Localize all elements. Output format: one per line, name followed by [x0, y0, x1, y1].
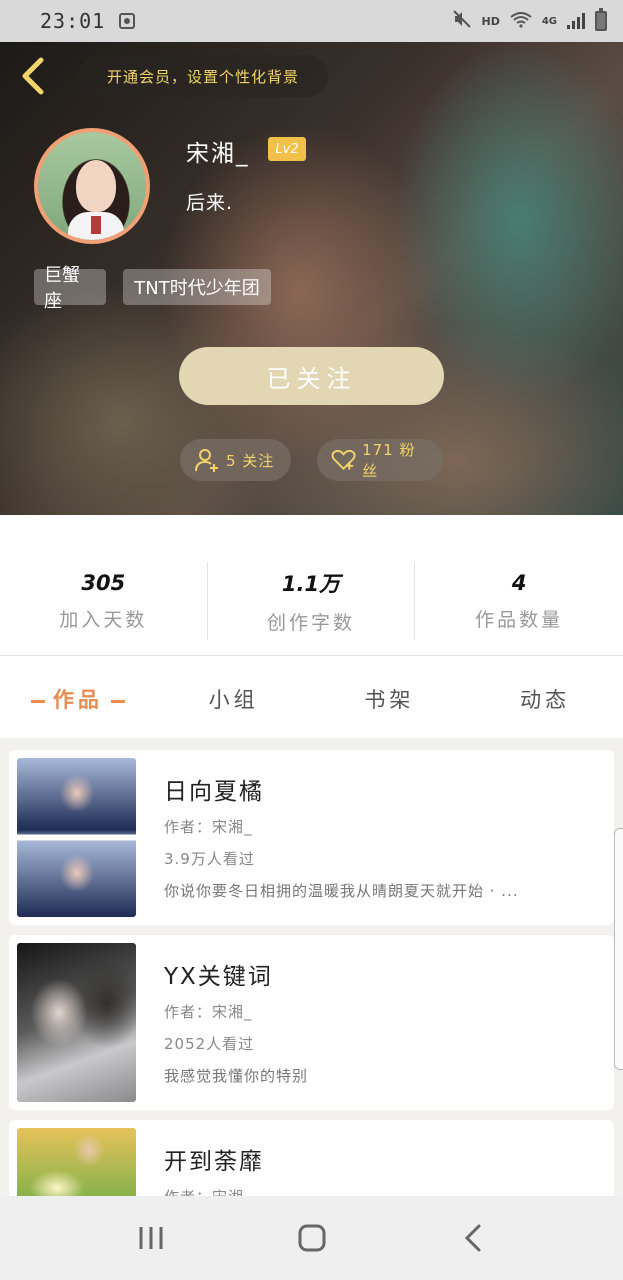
work-title: 日向夏橘: [164, 779, 264, 805]
back-arrow-icon: [22, 57, 44, 95]
stat-label: 作品数量: [475, 608, 564, 631]
home-button[interactable]: [282, 1208, 342, 1268]
back-button[interactable]: [14, 56, 50, 96]
recent-apps-icon: [139, 1227, 162, 1249]
work-desc: 你说你要冬日相拥的温暖我从晴朗夏天就开始 · ...: [164, 882, 519, 900]
work-cover: [17, 943, 136, 1102]
stat-word-count: 1.1万 创作字数: [208, 562, 416, 640]
work-cover: [17, 1128, 136, 1196]
tab-label: 小组: [208, 688, 259, 712]
tab-label: 书架: [364, 688, 415, 712]
recent-apps-button[interactable]: [121, 1208, 181, 1268]
tab-label: 动态: [520, 688, 571, 712]
work-cover: [17, 758, 136, 917]
avatar-tie: [91, 216, 101, 234]
work-title: 开到荼靡: [164, 1149, 264, 1175]
stats-row: 305 加入天数 1.1万 创作字数 4 作品数量: [0, 562, 623, 640]
works-list: 日向夏橘 作者：宋湘_ 3.9万人看过 你说你要冬日相拥的温暖我从晴朗夏天就开始…: [0, 738, 623, 1196]
app-notification-icon: [119, 13, 136, 29]
following-count: 5 关注: [226, 451, 275, 470]
tab-works[interactable]: 作品: [0, 684, 156, 714]
stat-join-days: 305 加入天数: [0, 562, 208, 640]
tag-zodiac[interactable]: 巨蟹座: [34, 265, 106, 312]
tab-dash-right: [110, 699, 125, 703]
tab-bookshelf[interactable]: 书架: [312, 684, 468, 714]
wifi-icon: [510, 11, 532, 31]
follow-button[interactable]: 已关注: [179, 347, 444, 405]
work-title: YX关键词: [164, 964, 273, 990]
stat-label: 创作字数: [267, 611, 356, 634]
stat-value: 305: [81, 570, 126, 595]
mute-icon: [453, 9, 472, 33]
nav-back-button[interactable]: [443, 1208, 503, 1268]
stat-works-count: 4 作品数量: [415, 562, 623, 640]
divider: [0, 655, 623, 656]
hd-indicator: HD: [481, 14, 500, 28]
status-bar: 23:01 HD 4G: [0, 0, 623, 42]
profile-header: 开通会员，设置个性化背景 宋湘_ Lv2 后来. 巨蟹座 TNT时代少年团 已关…: [0, 42, 623, 515]
work-views: 3.9万人看过: [164, 850, 255, 868]
signal-icon: [567, 13, 585, 29]
avatar[interactable]: [34, 128, 150, 244]
person-add-icon: [195, 449, 218, 472]
vip-banner[interactable]: 开通会员，设置个性化背景: [78, 55, 328, 97]
work-desc: 我感觉我懂你的特别: [164, 1067, 309, 1085]
tab-label: 作品: [52, 688, 103, 712]
tab-groups[interactable]: 小组: [156, 684, 312, 714]
system-nav-bar: [0, 1196, 623, 1280]
tab-activity[interactable]: 动态: [467, 684, 623, 714]
home-icon: [298, 1224, 325, 1252]
network-type: 4G: [541, 15, 557, 27]
nav-back-icon: [464, 1224, 480, 1252]
work-views: 2052人看过: [164, 1035, 255, 1053]
work-author: 作者：宋湘: [164, 1186, 244, 1196]
fans-button[interactable]: 171 粉丝: [317, 439, 443, 481]
user-bio: 后来.: [186, 192, 234, 214]
stat-value: 4: [511, 570, 527, 595]
avatar-face: [76, 160, 116, 212]
work-card[interactable]: YX关键词 作者：宋湘_ 2052人看过 我感觉我懂你的特别: [9, 935, 614, 1110]
following-button[interactable]: 5 关注: [180, 439, 291, 481]
edge-scroll-handle[interactable]: [614, 828, 623, 1070]
work-card[interactable]: 开到荼靡 作者：宋湘: [9, 1120, 614, 1196]
work-author: 作者：宋湘_: [164, 818, 253, 836]
tab-dash-left: [30, 699, 45, 703]
work-card[interactable]: 日向夏橘 作者：宋湘_ 3.9万人看过 你说你要冬日相拥的温暖我从晴朗夏天就开始…: [9, 750, 614, 925]
status-icons: HD 4G: [453, 8, 607, 33]
profile-tabs: 作品 小组 书架 动态: [0, 660, 623, 738]
heart-plus-icon: [331, 449, 356, 471]
battery-icon: [595, 8, 607, 31]
user-name: 宋湘_: [186, 141, 250, 167]
tag-fandom[interactable]: TNT时代少年团: [123, 269, 271, 305]
stat-label: 加入天数: [59, 608, 148, 631]
stat-value: 1.1万: [281, 571, 341, 596]
fans-count: 171 粉丝: [362, 441, 416, 480]
level-badge: Lv2: [268, 137, 306, 161]
work-author: 作者：宋湘_: [164, 1003, 253, 1021]
status-time: 23:01: [40, 9, 106, 33]
